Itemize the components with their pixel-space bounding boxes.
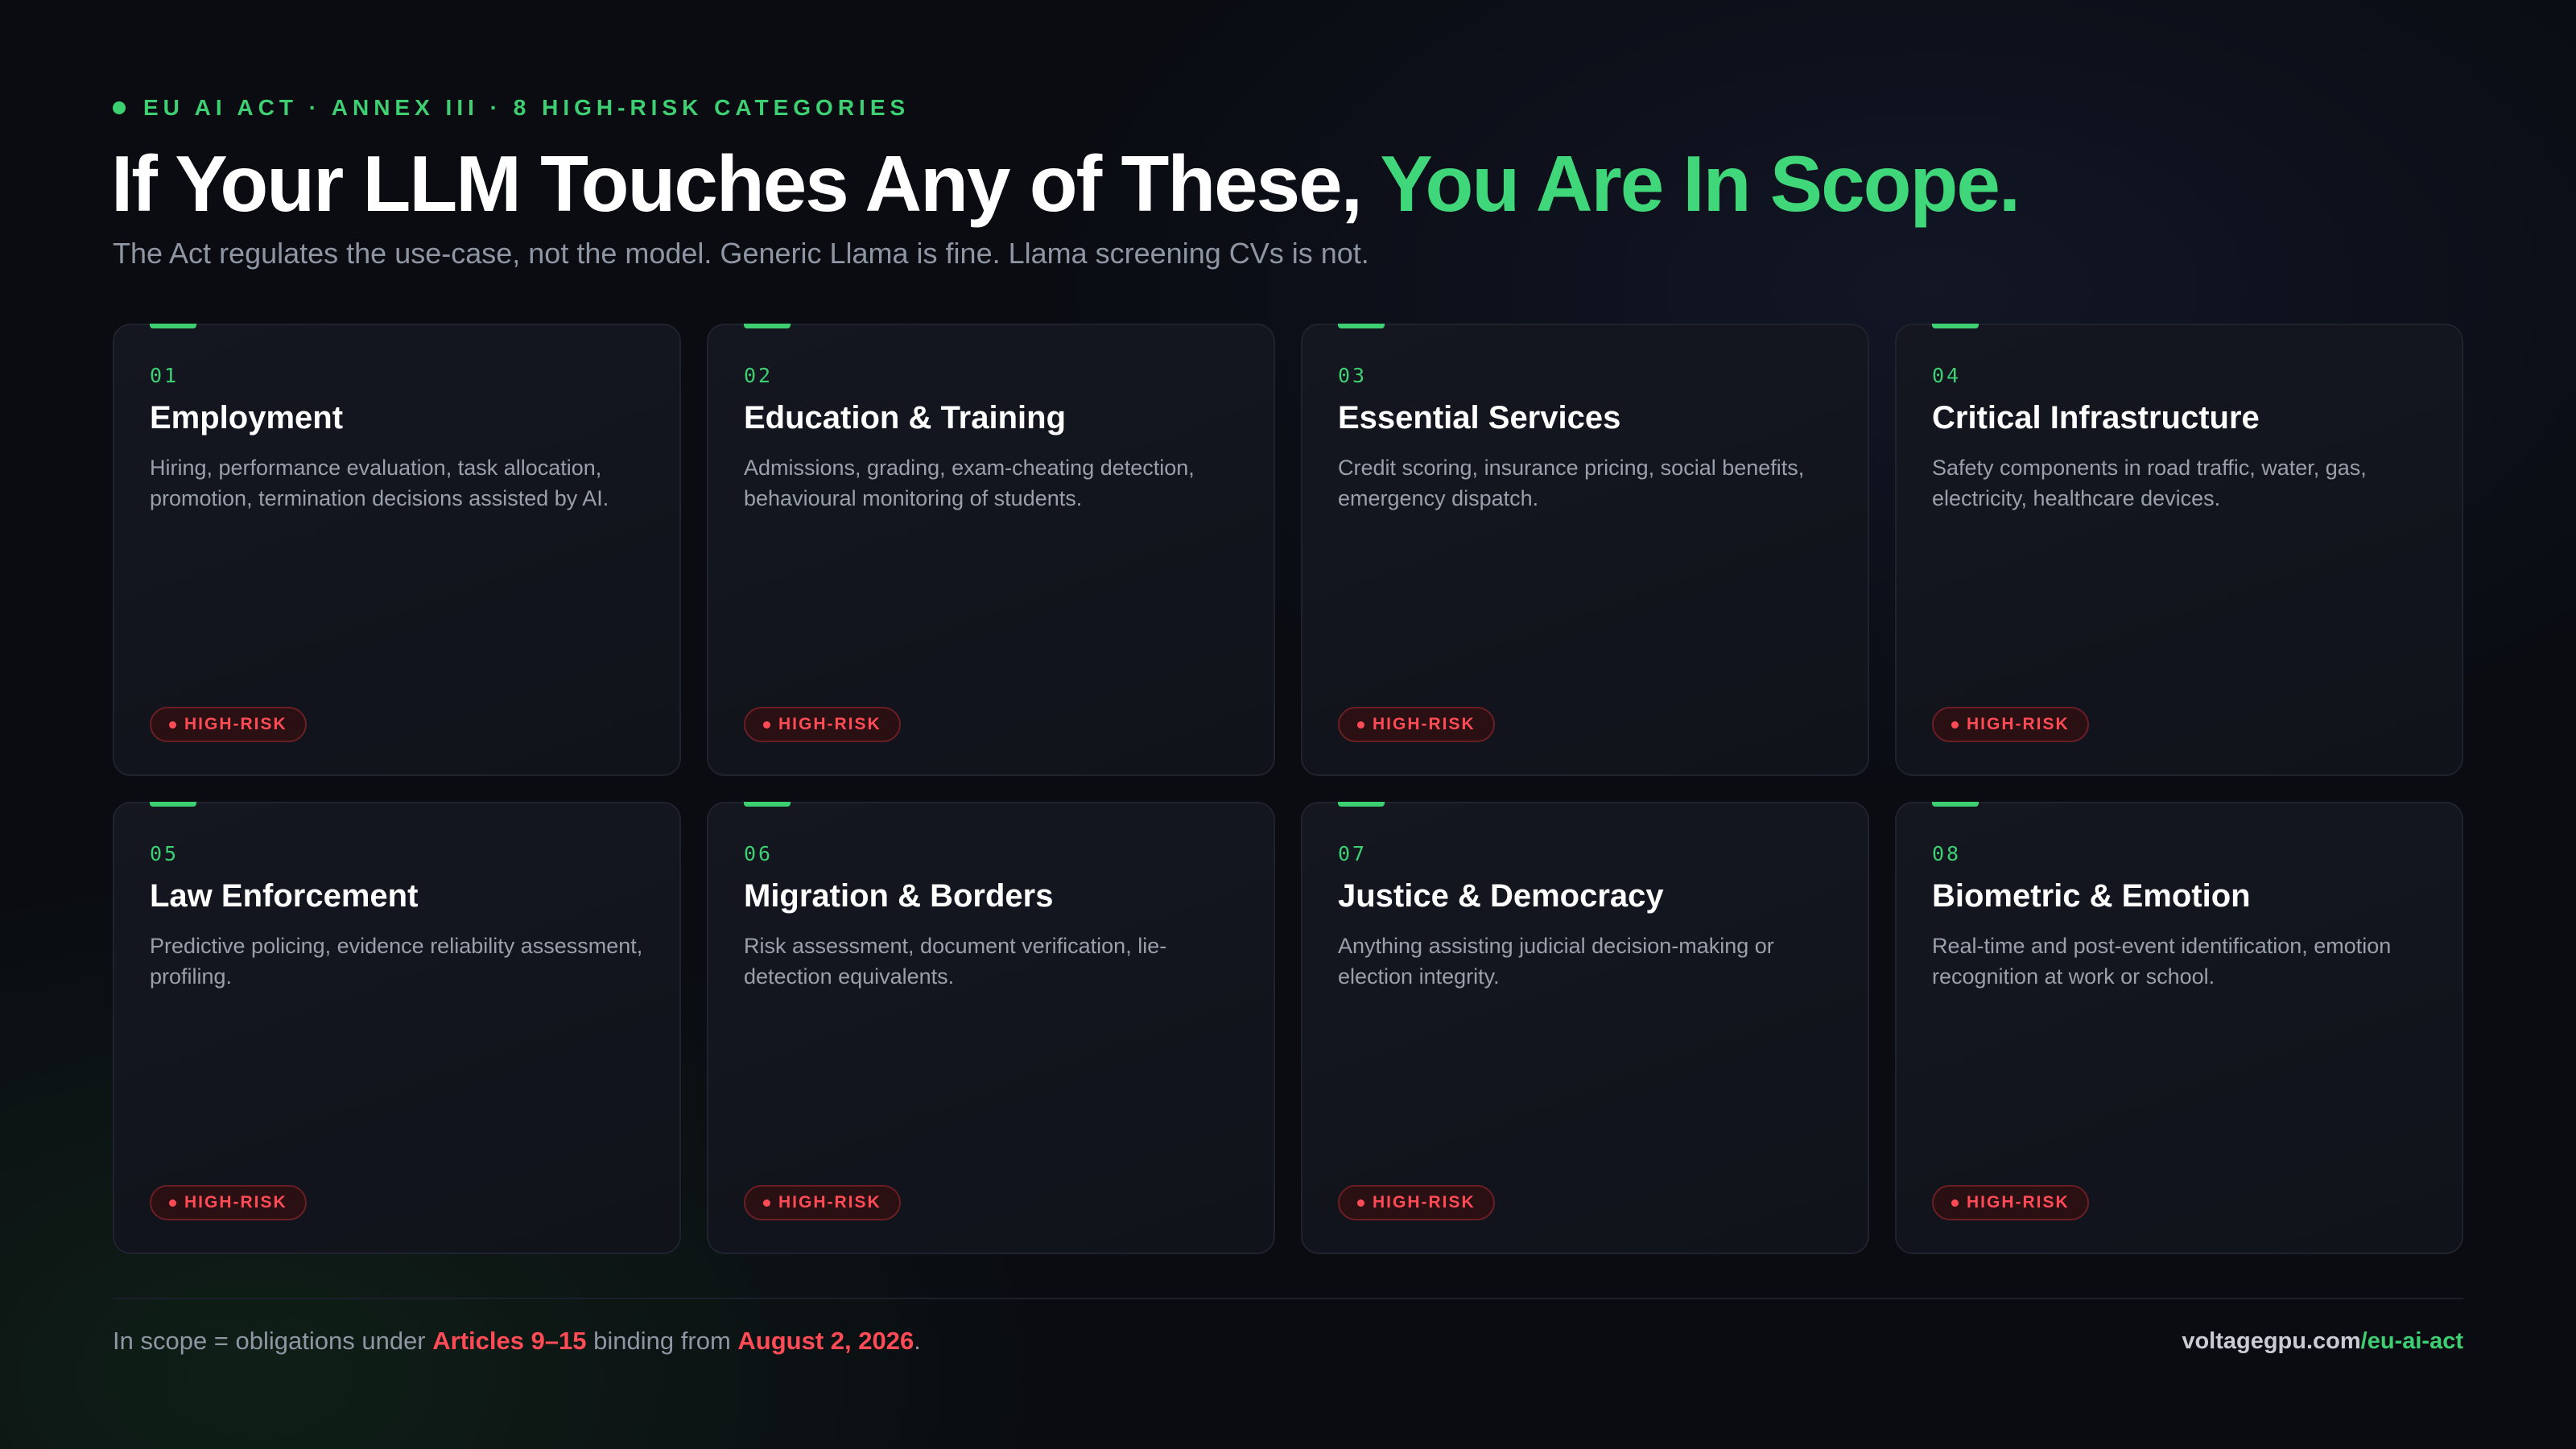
badge-label: HIGH-RISK [778,1193,881,1212]
card-accent-tab [1338,802,1385,807]
footer-note: In scope = obligations under Articles 9–… [113,1327,921,1356]
high-risk-badge: HIGH-RISK [1932,1185,2089,1220]
footer-divider [113,1298,2463,1299]
card-accent-tab [744,324,791,328]
card-title: Critical Infrastructure [1932,400,2260,436]
high-risk-badge: HIGH-RISK [1932,707,2089,742]
card-title: Essential Services [1338,400,1621,436]
card-description: Risk assessment, document verification, … [744,934,1167,989]
card-description: Predictive policing, evidence reliabilit… [150,934,643,989]
card-title: Biometric & Emotion [1932,878,2251,914]
category-card: 02 Education & Training Admissions, grad… [707,324,1275,776]
card-description: Admissions, grading, exam-cheating detec… [744,456,1195,510]
category-grid: 01 Employment Hiring, performance evalua… [113,324,2463,1254]
badge-dot-icon [169,720,176,729]
high-risk-badge: HIGH-RISK [1338,707,1495,742]
card-title: Law Enforcement [150,878,419,914]
footer-text-1: In scope = obligations under [113,1327,433,1355]
badge-label: HIGH-RISK [184,1193,287,1212]
page-title: If Your LLM Touches Any of These, You Ar… [111,135,2021,232]
footer-link[interactable]: voltagegpu.com/eu-ai-act [2182,1328,2463,1355]
footer-text-2: binding from [586,1327,738,1355]
card-title: Education & Training [744,400,1067,436]
category-card: 06 Migration & Borders Risk assessment, … [707,802,1275,1254]
badge-dot-icon [763,720,770,729]
badge-label: HIGH-RISK [1373,715,1476,733]
eyebrow: EU AI ACT · ANNEX III · 8 HIGH-RISK CATE… [113,95,910,121]
card-description: Hiring, performance evaluation, task all… [150,456,609,510]
badge-dot-icon [763,1199,770,1207]
subtitle: The Act regulates the use-case, not the … [113,237,1369,270]
footer-link-path[interactable]: /eu-ai-act [2361,1328,2463,1354]
category-card: 04 Critical Infrastructure Safety compon… [1895,324,2463,776]
title-main: If Your LLM Touches Any of These, [111,139,1381,228]
title-accent: You Are In Scope. [1380,139,2021,228]
high-risk-badge: HIGH-RISK [1338,1185,1495,1220]
badge-label: HIGH-RISK [1373,1193,1476,1212]
card-number: 06 [744,842,774,865]
card-description: Credit scoring, insurance pricing, socia… [1338,456,1805,510]
card-description: Anything assisting judicial decision-mak… [1338,934,1774,989]
card-title: Migration & Borders [744,878,1054,914]
badge-dot-icon [1357,1199,1364,1207]
badge-dot-icon [1951,720,1959,729]
footer-text-3: . [914,1327,921,1355]
high-risk-badge: HIGH-RISK [744,1185,901,1220]
eyebrow-text: EU AI ACT · ANNEX III · 8 HIGH-RISK CATE… [143,95,910,120]
high-risk-badge: HIGH-RISK [744,707,901,742]
card-accent-tab [150,802,196,807]
card-accent-tab [744,802,791,807]
badge-label: HIGH-RISK [1967,1193,2070,1212]
card-accent-tab [1338,324,1385,328]
card-number: 01 [150,364,180,387]
badge-dot-icon [1951,1199,1959,1207]
footer-date: August 2, 2026 [737,1327,914,1355]
badge-label: HIGH-RISK [1967,715,2070,733]
card-description: Safety components in road traffic, water… [1932,456,2367,510]
card-number: 04 [1932,364,1962,387]
category-card: 03 Essential Services Credit scoring, in… [1301,324,1869,776]
footer-link-host[interactable]: voltagegpu.com [2182,1328,2360,1354]
card-accent-tab [150,324,196,328]
card-accent-tab [1932,324,1979,328]
card-accent-tab [1932,802,1979,807]
card-number: 03 [1338,364,1368,387]
category-card: 01 Employment Hiring, performance evalua… [113,324,681,776]
card-title: Justice & Democracy [1338,878,1664,914]
card-title: Employment [150,400,344,436]
footer-articles: Articles 9–15 [432,1327,587,1355]
card-number: 05 [150,842,180,865]
category-card: 08 Biometric & Emotion Real-time and pos… [1895,802,2463,1254]
eyebrow-dot-icon [113,101,126,114]
high-risk-badge: HIGH-RISK [150,1185,307,1220]
badge-label: HIGH-RISK [184,715,287,733]
badge-dot-icon [169,1199,176,1207]
card-description: Real-time and post-event identification,… [1932,934,2392,989]
category-card: 05 Law Enforcement Predictive policing, … [113,802,681,1254]
badge-dot-icon [1357,720,1364,729]
card-number: 07 [1338,842,1368,865]
category-card: 07 Justice & Democracy Anything assistin… [1301,802,1869,1254]
card-number: 08 [1932,842,1962,865]
high-risk-badge: HIGH-RISK [150,707,307,742]
badge-label: HIGH-RISK [778,715,881,733]
card-number: 02 [744,364,774,387]
